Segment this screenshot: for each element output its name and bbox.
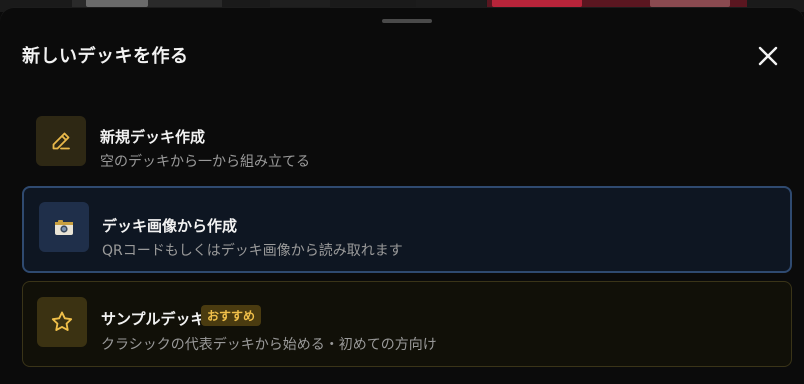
option-sample-deck[interactable]: サンプルデッキ おすすめ クラシックの代表デッキから始める・初めての方向け <box>22 281 792 367</box>
recommended-badge: おすすめ <box>201 305 262 326</box>
option-from-image[interactable]: デッキ画像から作成 QRコードもしくはデッキ画像から読み取れます <box>22 186 792 273</box>
camera-icon <box>55 220 73 235</box>
background-card-label <box>650 0 730 7</box>
option-icon-box <box>37 297 87 347</box>
option-new-deck[interactable]: 新規デッキ作成 空のデッキから一から組み立てる <box>22 104 792 186</box>
option-description: QRコードもしくはデッキ画像から読み取れます <box>102 243 403 259</box>
close-icon <box>758 46 778 66</box>
background-card-label <box>86 0 148 7</box>
drag-handle[interactable] <box>382 19 432 23</box>
background-card-label <box>492 0 582 7</box>
bottom-sheet: 新しいデッキを作る 新規デッキ作成 空のデッキから一から組み立てる デッキ画像か… <box>0 8 804 384</box>
option-title: 新規デッキ作成 <box>100 128 206 146</box>
dialog-title: 新しいデッキを作る <box>22 46 189 67</box>
pencil-icon <box>52 132 70 150</box>
option-title: デッキ画像から作成 <box>102 217 238 235</box>
option-description: 空のデッキから一から組み立てる <box>100 154 310 170</box>
close-button[interactable] <box>756 44 780 68</box>
option-description: クラシックの代表デッキから始める・初めての方向け <box>101 337 437 353</box>
option-icon-box <box>36 116 86 166</box>
option-title: サンプルデッキ <box>101 310 206 328</box>
option-icon-box <box>39 202 89 252</box>
star-icon <box>51 311 73 331</box>
